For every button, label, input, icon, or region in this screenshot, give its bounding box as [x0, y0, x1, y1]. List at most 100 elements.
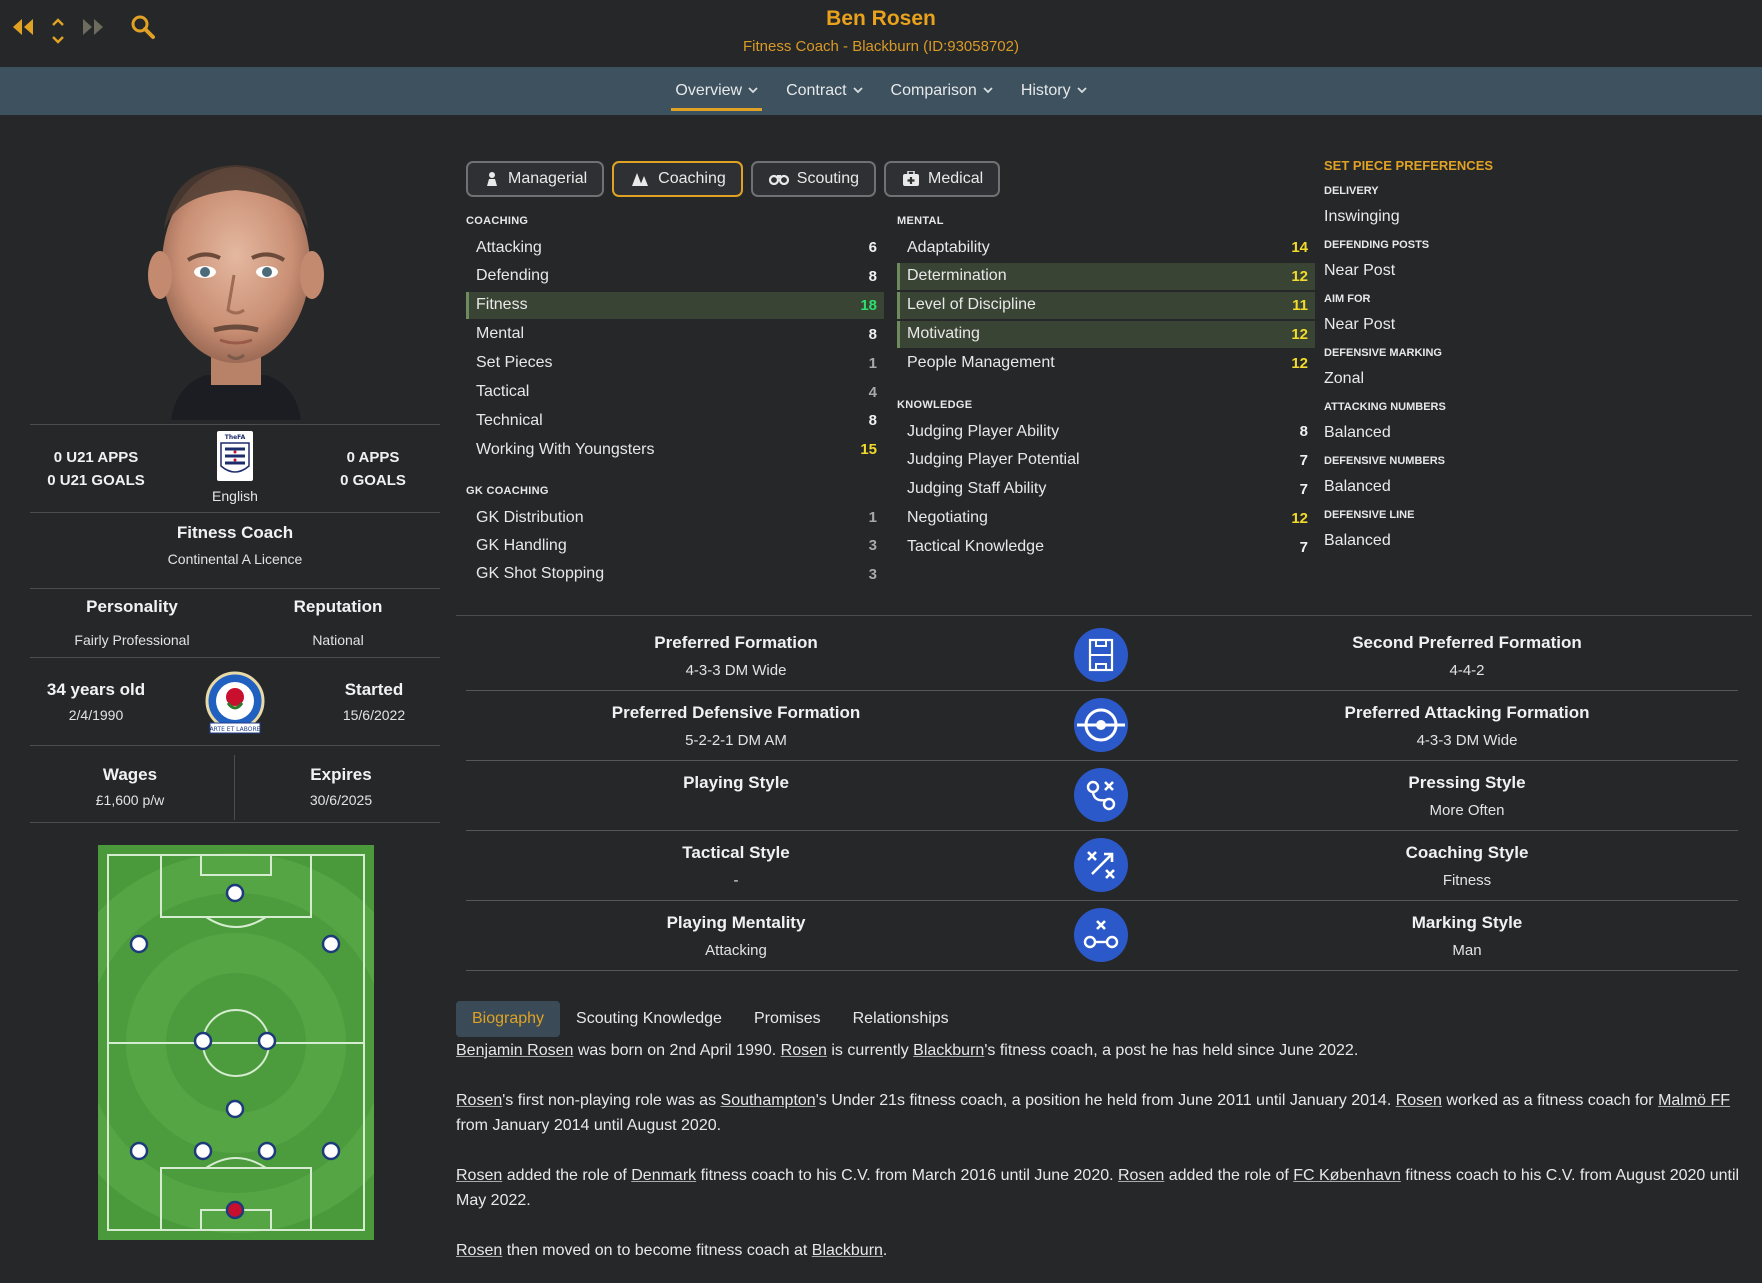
set-piece-value: Balanced [1324, 478, 1391, 495]
attribute-row-attacking[interactable]: Attacking 6 [466, 234, 884, 261]
u21-stats: 0 U21 APPS 0 U21 GOALS [36, 446, 156, 492]
tab-biography[interactable]: Biography [456, 1001, 561, 1037]
attribute-row-negotiating[interactable]: Negotiating 12 [897, 505, 1315, 532]
attribute-value: 18 [860, 296, 877, 314]
attribute-row-gk-shot-stopping[interactable]: GK Shot Stopping 3 [466, 561, 884, 588]
attribute-value: 3 [868, 537, 877, 555]
attribute-label: Tactical [476, 383, 530, 400]
attribute-row-judging-player-ability[interactable]: Judging Player Ability 8 [897, 418, 1315, 445]
tab-scouting-knowledge[interactable]: Scouting Knowledge [560, 1001, 738, 1037]
attribute-row-working-with-youngsters[interactable]: Working With Youngsters 15 [466, 436, 884, 463]
attribute-label: Judging Player Ability [907, 422, 1060, 440]
binoculars-icon [768, 171, 789, 187]
age: 34 years old [46, 680, 146, 699]
tab-relationships[interactable]: Relationships [837, 1001, 965, 1037]
arrows-icon[interactable] [1074, 838, 1128, 892]
started-label: Started [344, 680, 404, 699]
expires-value: 30/6/2025 [309, 792, 373, 808]
attribute-row-gk-distribution[interactable]: GK Distribution 1 [466, 504, 884, 531]
tab-scouting[interactable]: Scouting [750, 161, 877, 197]
bio-link[interactable]: Rosen [1118, 1167, 1164, 1184]
pitch-icon[interactable] [1074, 628, 1128, 682]
bio-link[interactable]: FC København [1293, 1167, 1401, 1184]
bio-link[interactable]: Rosen [456, 1167, 502, 1184]
attribute-label: Set Pieces [476, 354, 553, 372]
attribute-value: 8 [868, 325, 877, 343]
bio-link[interactable]: Benjamin Rosen [456, 1042, 573, 1059]
divider [30, 657, 440, 658]
tactic-title-coaching-style: Coaching Style [1405, 843, 1529, 862]
bio-link[interactable]: Denmark [631, 1167, 696, 1184]
tactic-value: Man [1452, 942, 1482, 959]
tactic-value: 4-3-3 DM Wide [685, 662, 787, 679]
tab-managerial[interactable]: Managerial [466, 161, 605, 197]
bio-text: . [882, 1242, 888, 1259]
attribute-value: 15 [860, 441, 877, 459]
attribute-row-mental[interactable]: Mental 8 [466, 321, 884, 348]
attribute-row-tactical-knowledge[interactable]: Tactical Knowledge 7 [897, 534, 1315, 561]
attribute-row-people-management[interactable]: People Management 12 [897, 350, 1315, 377]
attribute-row-level-of-discipline[interactable]: Level of Discipline 11 [897, 291, 1315, 319]
tab-comparison[interactable]: Comparison [877, 67, 1007, 115]
divider [30, 424, 440, 425]
tab-coaching[interactable]: Coaching [612, 161, 743, 197]
bio-link[interactable]: Blackburn [812, 1242, 883, 1259]
tab-medical[interactable]: Medical [884, 161, 1001, 197]
bio-link[interactable]: Blackburn [913, 1042, 984, 1059]
set-piece-value: Inswinging [1324, 208, 1400, 225]
bio-text: 's Under 21s fitness coach, a position h… [815, 1092, 1396, 1109]
attribute-row-technical[interactable]: Technical 8 [466, 407, 884, 434]
tactics-icon[interactable] [1074, 768, 1128, 822]
attribute-row-defending[interactable]: Defending 8 [466, 263, 884, 290]
attribute-value: 12 [1291, 325, 1308, 343]
u21-goals: 0 U21 GOALS [47, 472, 145, 489]
tactic-value: 4-4-2 [1449, 662, 1485, 679]
divider [466, 690, 1738, 691]
set-piece-label: DELIVERY [1324, 185, 1379, 197]
set-piece-heading: SET PIECE PREFERENCES [1324, 158, 1494, 173]
divider [30, 745, 440, 746]
attribute-row-judging-staff-ability[interactable]: Judging Staff Ability 7 [897, 476, 1315, 503]
nationality: English [212, 488, 258, 504]
divider-vertical [234, 755, 235, 820]
attribute-value: 1 [868, 509, 877, 526]
bio-link[interactable]: Rosen [456, 1242, 502, 1259]
tactic-title-tactical-style: Tactical Style [682, 843, 790, 862]
tactic-value: Fitness [1442, 872, 1492, 889]
attribute-row-tactical[interactable]: Tactical 4 [466, 379, 884, 406]
bio-link[interactable]: Rosen [781, 1042, 827, 1059]
formation-pitch[interactable] [98, 845, 374, 1240]
attribute-row-fitness[interactable]: Fitness 18 [466, 291, 884, 319]
attribute-row-set-pieces[interactable]: Set Pieces 1 [466, 350, 884, 377]
tab-history[interactable]: History [1007, 67, 1101, 115]
bio-text: added the role of [502, 1167, 632, 1184]
attribute-row-gk-handling[interactable]: GK Handling 3 [466, 532, 884, 559]
attribute-row-determination[interactable]: Determination 12 [897, 262, 1315, 290]
bio-link[interactable]: Rosen [1396, 1092, 1442, 1109]
club-crest-icon[interactable]: ARTE ET LABORE [204, 671, 266, 735]
attribute-row-motivating[interactable]: Motivating 12 [897, 320, 1315, 348]
tab-contract[interactable]: Contract [772, 67, 876, 115]
tab-promises[interactable]: Promises [738, 1001, 837, 1037]
attribute-value: 8 [1299, 423, 1308, 440]
attribute-label: Working With Youngsters [476, 440, 655, 458]
attribute-row-judging-player-potential[interactable]: Judging Player Potential 7 [897, 447, 1315, 474]
tab-label: History [1020, 82, 1071, 99]
mentality-icon[interactable] [1074, 908, 1128, 962]
attribute-value: 6 [868, 239, 877, 256]
bio-link[interactable]: Southampton [721, 1092, 816, 1109]
bio-link[interactable]: Malmö FF [1658, 1092, 1730, 1109]
attribute-row-adaptability[interactable]: Adaptability 14 [897, 234, 1315, 261]
expires-label: Expires [310, 765, 372, 784]
attribute-label: Level of Discipline [907, 296, 1036, 314]
tactic-title-second-preferred-formation: Second Preferred Formation [1352, 633, 1582, 652]
bio-tabs: Biography Scouting Knowledge Promises Relat… [456, 1001, 965, 1037]
attribute-label: Tactical Knowledge [907, 538, 1044, 556]
bio-link[interactable]: Rosen [456, 1092, 502, 1109]
reputation-label: Reputation [293, 597, 383, 616]
target-icon[interactable] [1074, 698, 1128, 752]
tactic-title-marking-style: Marking Style [1411, 913, 1523, 932]
divider [466, 760, 1738, 761]
divider [30, 512, 440, 513]
tab-overview[interactable]: Overview [661, 67, 772, 115]
